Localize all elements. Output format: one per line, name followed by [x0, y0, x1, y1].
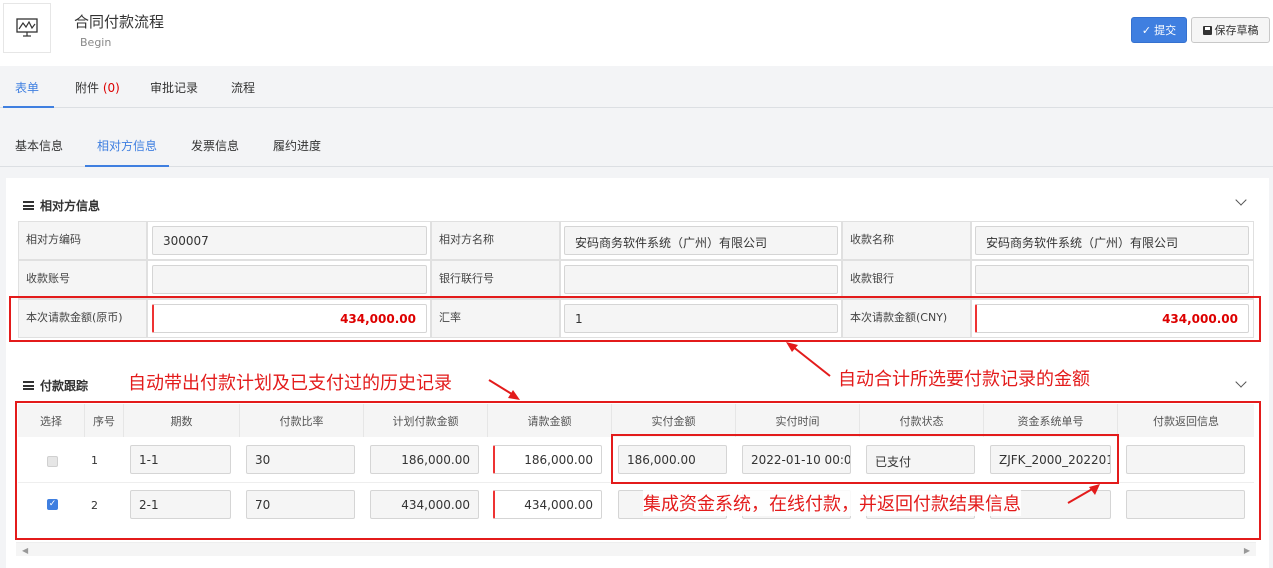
col-header-period: 期数 — [124, 404, 240, 437]
request-amount-cny-field[interactable]: 434,000.00 — [975, 304, 1249, 333]
page-header: 合同付款流程 Begin ✓ 提交 保存草稿 — [0, 0, 1273, 66]
annotation-auto-sum: 自动合计所选要付款记录的金额 — [838, 369, 1090, 390]
payment-section-title: 付款跟踪 — [40, 379, 89, 393]
rate-label: 汇率 — [431, 299, 560, 338]
row-select-checkbox[interactable]: ✓ — [47, 499, 58, 510]
page-title: 合同付款流程 — [74, 13, 165, 31]
fund-system-no-field[interactable]: ZJFK_2000_202201 — [990, 445, 1111, 474]
amount-orig-label: 本次请款金额(原币) — [18, 299, 147, 338]
save-draft-button[interactable]: 保存草稿 — [1191, 17, 1270, 43]
period-field[interactable]: 2-1 — [130, 490, 231, 519]
floppy-disk-icon — [1202, 25, 1212, 35]
payee-name-field[interactable]: 安码商务软件系统（广州）有限公司 — [975, 226, 1249, 255]
planned-amount-field[interactable]: 186,000.00 — [370, 445, 479, 474]
col-header-select: 选择 — [18, 404, 85, 437]
tab-counterparty-info[interactable]: 相对方信息 — [97, 137, 157, 154]
list-icon — [23, 201, 34, 210]
payee-account-field[interactable] — [152, 265, 427, 294]
code-label: 相对方编码 — [18, 221, 147, 260]
tab-invoice-info[interactable]: 发票信息 — [191, 137, 239, 154]
payee-bank-field[interactable] — [975, 265, 1249, 294]
annotation-arrow — [786, 342, 831, 377]
planned-amount-field[interactable]: 434,000.00 — [370, 490, 479, 519]
period-field[interactable]: 1-1 — [130, 445, 231, 474]
return-info-field[interactable] — [1126, 445, 1245, 474]
row-seq: 2 — [91, 499, 98, 512]
col-header-paid-amount: 实付金额 — [612, 404, 736, 437]
return-info-field[interactable] — [1126, 490, 1245, 519]
payment-section-header[interactable]: 付款跟踪 — [23, 377, 88, 394]
request-amount-field[interactable]: 186,000.00 — [493, 445, 602, 474]
paid-time-field[interactable]: 2022-01-10 00:0 — [742, 445, 851, 474]
submit-label: 提交 — [1154, 24, 1177, 37]
col-header-seq: 序号 — [85, 404, 124, 437]
counterparty-code-field[interactable]: 300007 — [152, 226, 427, 255]
horizontal-scrollbar[interactable]: ◀ ▶ — [16, 542, 1256, 556]
col-header-fund-no: 资金系统单号 — [984, 404, 1118, 437]
payee-label: 收款名称 — [842, 221, 971, 260]
annotation-auto-history: 自动带出付款计划及已支付过的历史记录 — [128, 373, 452, 394]
counterparty-name-field[interactable]: 安码商务软件系统（广州）有限公司 — [564, 226, 838, 255]
payment-table: 选择 序号 期数 付款比率 计划付款金额 请款金额 实付金额 实付时间 付款状态… — [18, 404, 1254, 528]
name-label: 相对方名称 — [431, 221, 560, 260]
tab-workflow[interactable]: 流程 — [231, 79, 255, 96]
attachment-count-badge: (0) — [102, 81, 120, 95]
tab-basic-info[interactable]: 基本信息 — [15, 137, 63, 154]
save-draft-label: 保存草稿 — [1214, 24, 1259, 37]
ratio-field[interactable]: 30 — [246, 445, 355, 474]
col-header-paid-time: 实付时间 — [736, 404, 860, 437]
counterparty-section-header[interactable]: 相对方信息 — [23, 197, 100, 214]
page-subtitle: Begin — [80, 36, 112, 49]
row-select-checkbox — [47, 456, 58, 467]
submit-button[interactable]: ✓ 提交 — [1131, 17, 1187, 43]
request-amount-field[interactable]: 434,000.00 — [493, 490, 602, 519]
annotation-fund-system: 集成资金系统，在线付款，并返回付款结果信息 — [643, 490, 1021, 516]
amount-cny-label: 本次请款金额(CNY) — [842, 299, 971, 338]
main-tab-bar: 表单 附件 (0) 审批记录 流程 — [0, 66, 1273, 108]
tab-attachments[interactable]: 附件 (0) — [75, 79, 120, 96]
paid-amount-field[interactable]: 186,000.00 — [618, 445, 727, 474]
payment-status-field[interactable]: 已支付 — [866, 445, 975, 474]
tab-approval-records[interactable]: 审批记录 — [150, 79, 198, 96]
sub-tab-bar: 基本信息 相对方信息 发票信息 履约进度 — [0, 108, 1273, 167]
bank-label: 收款银行 — [842, 260, 971, 299]
counterparty-section-title: 相对方信息 — [40, 199, 101, 213]
bank-no-label: 银行联行号 — [431, 260, 560, 299]
annotation-arrow — [488, 379, 520, 400]
col-header-status: 付款状态 — [860, 404, 984, 437]
row-seq: 1 — [91, 454, 98, 467]
annotation-arrow — [1067, 484, 1100, 504]
col-header-return-info: 付款返回信息 — [1118, 404, 1254, 437]
col-header-request-amount: 请款金额 — [488, 404, 612, 437]
scroll-left-icon[interactable]: ◀ — [22, 546, 28, 555]
scroll-right-icon[interactable]: ▶ — [1244, 546, 1250, 555]
check-icon: ✓ — [1141, 23, 1152, 37]
list-icon — [23, 381, 34, 390]
bank-routing-number-field[interactable] — [564, 265, 838, 294]
table-row: 1 1-1 30 186,000.00 186,000.00 186,000.0… — [18, 437, 1254, 483]
col-header-ratio: 付款比率 — [240, 404, 364, 437]
chart-board-icon — [3, 3, 51, 53]
tab-attachments-label: 附件 — [75, 81, 100, 95]
exchange-rate-field[interactable]: 1 — [564, 304, 838, 333]
ratio-field[interactable]: 70 — [246, 490, 355, 519]
request-amount-original-field[interactable]: 434,000.00 — [152, 304, 427, 333]
account-label: 收款账号 — [18, 260, 147, 299]
col-header-planned-amount: 计划付款金额 — [364, 404, 488, 437]
tab-form[interactable]: 表单 — [15, 79, 39, 96]
tab-performance-progress[interactable]: 履约进度 — [273, 137, 321, 154]
subtab-active-indicator — [85, 165, 169, 167]
